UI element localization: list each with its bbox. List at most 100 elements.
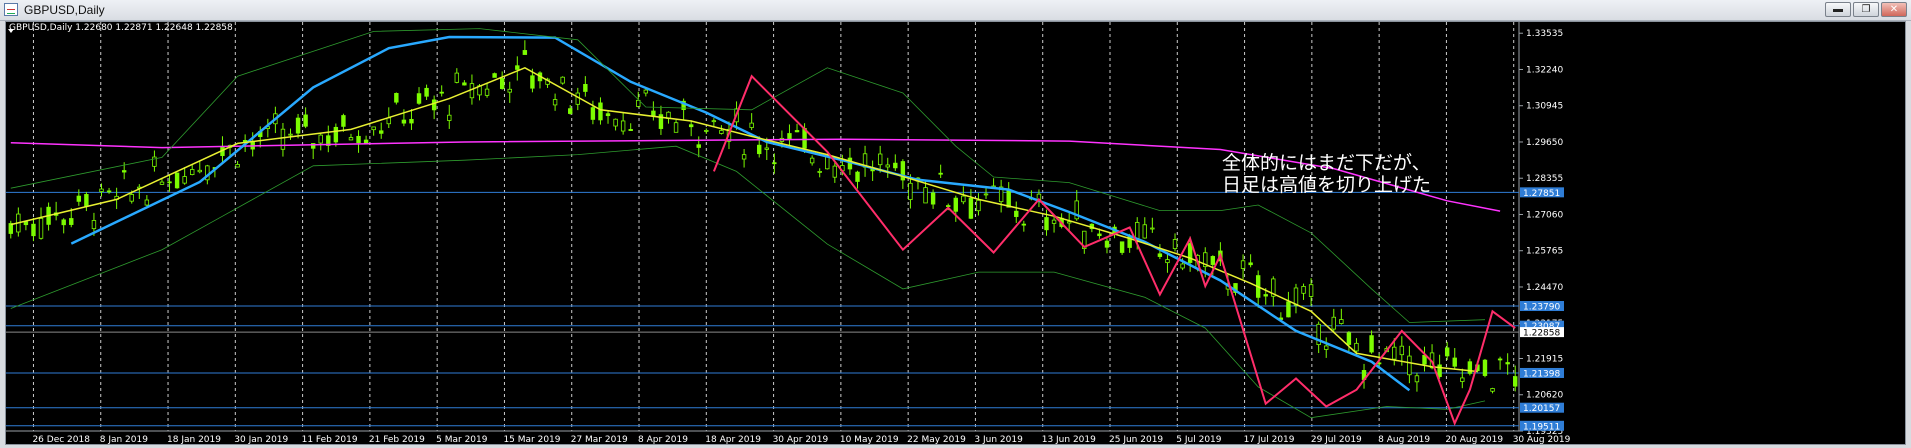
candle-body <box>1437 364 1442 377</box>
y-tick-label: 1.28355 <box>1526 174 1563 184</box>
x-tick-label: 10 May 2019 <box>840 435 899 444</box>
candle-body <box>1014 210 1019 217</box>
candle-body <box>651 110 656 117</box>
candle-body <box>416 93 422 104</box>
candle-body <box>643 89 649 94</box>
candle-body <box>1324 345 1329 350</box>
candle-body <box>976 199 981 212</box>
candle-body <box>1006 190 1011 208</box>
indicator-line-zigzag <box>712 74 1516 426</box>
candle-body <box>613 118 618 127</box>
candle-body <box>794 130 800 133</box>
x-tick-label: 8 Apr 2019 <box>638 435 688 444</box>
candle-body <box>1119 241 1125 253</box>
candle-body <box>1444 347 1450 357</box>
candle-body <box>1021 223 1027 226</box>
candle-body <box>1308 284 1314 297</box>
candle-body <box>424 87 429 97</box>
candle-body <box>522 50 528 55</box>
candle-body <box>953 197 958 212</box>
candle-body <box>1399 345 1405 356</box>
candle-body <box>983 193 989 196</box>
candle-body <box>688 124 694 128</box>
candle-body <box>757 144 762 155</box>
candle-body <box>492 73 497 78</box>
candle-body <box>159 181 165 185</box>
candle-body <box>76 195 82 202</box>
candle-body <box>711 120 717 123</box>
x-tick-label: 29 Jul 2019 <box>1311 435 1362 444</box>
candle-body <box>923 187 928 204</box>
candle-body <box>1452 357 1457 367</box>
candle-body <box>197 169 202 173</box>
y-tick-label: 1.24470 <box>1526 283 1563 293</box>
candle-body <box>530 75 535 89</box>
y-tick-label: 1.25765 <box>1526 247 1563 257</box>
candle-body <box>741 154 747 160</box>
candle-body <box>938 172 943 175</box>
candle-body <box>628 129 633 132</box>
candle-body <box>394 93 399 103</box>
x-tick-label: 11 Feb 2019 <box>302 435 358 444</box>
candle-body <box>348 137 354 141</box>
price-chart[interactable]: 26 Dec 2018 8 Jan 2019 18 Jan 2019 30 Jan 2… <box>5 22 1906 444</box>
candle-body <box>809 157 815 164</box>
x-tick-label: 13 Jun 2019 <box>1042 435 1096 444</box>
candle-body <box>379 130 384 134</box>
window-titlebar[interactable]: GBPUSD,Daily ▬ ❐ ✕ <box>0 0 1911 21</box>
x-tick-label: 18 Jan 2019 <box>167 435 221 444</box>
candle-body <box>832 165 838 178</box>
candle-body <box>1346 332 1352 345</box>
candle-body <box>454 72 460 83</box>
candle-body <box>280 128 286 150</box>
close-button[interactable]: ✕ <box>1881 2 1907 17</box>
candle-body <box>877 153 883 166</box>
x-tick-label: 5 Mar 2019 <box>436 435 488 444</box>
candle-body <box>371 126 376 131</box>
candle-body <box>1051 219 1057 224</box>
candle-body <box>439 91 444 94</box>
candle-body <box>1044 217 1049 231</box>
candle-body <box>749 122 754 128</box>
x-tick-label: 22 May 2019 <box>907 435 966 444</box>
candle-body <box>968 197 974 219</box>
x-tick-label: 27 Mar 2019 <box>571 435 628 444</box>
candle-body <box>855 171 860 182</box>
candle-body <box>462 82 467 86</box>
candle-body <box>1505 362 1510 365</box>
candle-body <box>507 88 512 93</box>
candle-body <box>605 113 611 117</box>
candle-body <box>295 117 301 134</box>
x-tick-label: 18 Apr 2019 <box>705 435 761 444</box>
candle-body <box>590 107 596 120</box>
price-line-label: 1.19511 <box>1523 422 1560 432</box>
candle-body <box>764 147 769 150</box>
candle-body <box>356 135 361 144</box>
candle-body <box>673 122 679 133</box>
price-line-label: 1.23790 <box>1523 303 1560 313</box>
x-tick-label: 25 Jun 2019 <box>1109 435 1163 444</box>
candle-body <box>1482 359 1488 376</box>
candle-body <box>552 99 558 106</box>
x-tick-label: 3 Jun 2019 <box>974 435 1023 444</box>
y-tick-label: 1.29650 <box>1526 138 1563 148</box>
candle-body <box>1286 301 1291 318</box>
x-tick-label: 8 Jan 2019 <box>100 435 148 444</box>
price-line-label: 1.22858 <box>1523 329 1560 339</box>
candle-body <box>1339 319 1344 324</box>
candle-body <box>1497 358 1503 361</box>
candle-body <box>1414 375 1420 383</box>
candle-body <box>583 84 588 92</box>
candle-body <box>772 162 777 165</box>
minimize-button[interactable]: ▬ <box>1825 2 1851 17</box>
candle-body <box>885 164 890 168</box>
candle-body <box>318 134 323 144</box>
chart-area[interactable]: 26 Dec 2018 8 Jan 2019 18 Jan 2019 30 Jan 2… <box>5 22 1906 444</box>
restore-button[interactable]: ❐ <box>1853 2 1879 17</box>
candle-body <box>431 99 437 111</box>
candle-body <box>704 130 709 132</box>
candle-body <box>38 217 44 239</box>
y-tick-label: 1.33535 <box>1526 29 1563 39</box>
candle-body <box>61 219 66 226</box>
candle-body <box>190 169 195 175</box>
